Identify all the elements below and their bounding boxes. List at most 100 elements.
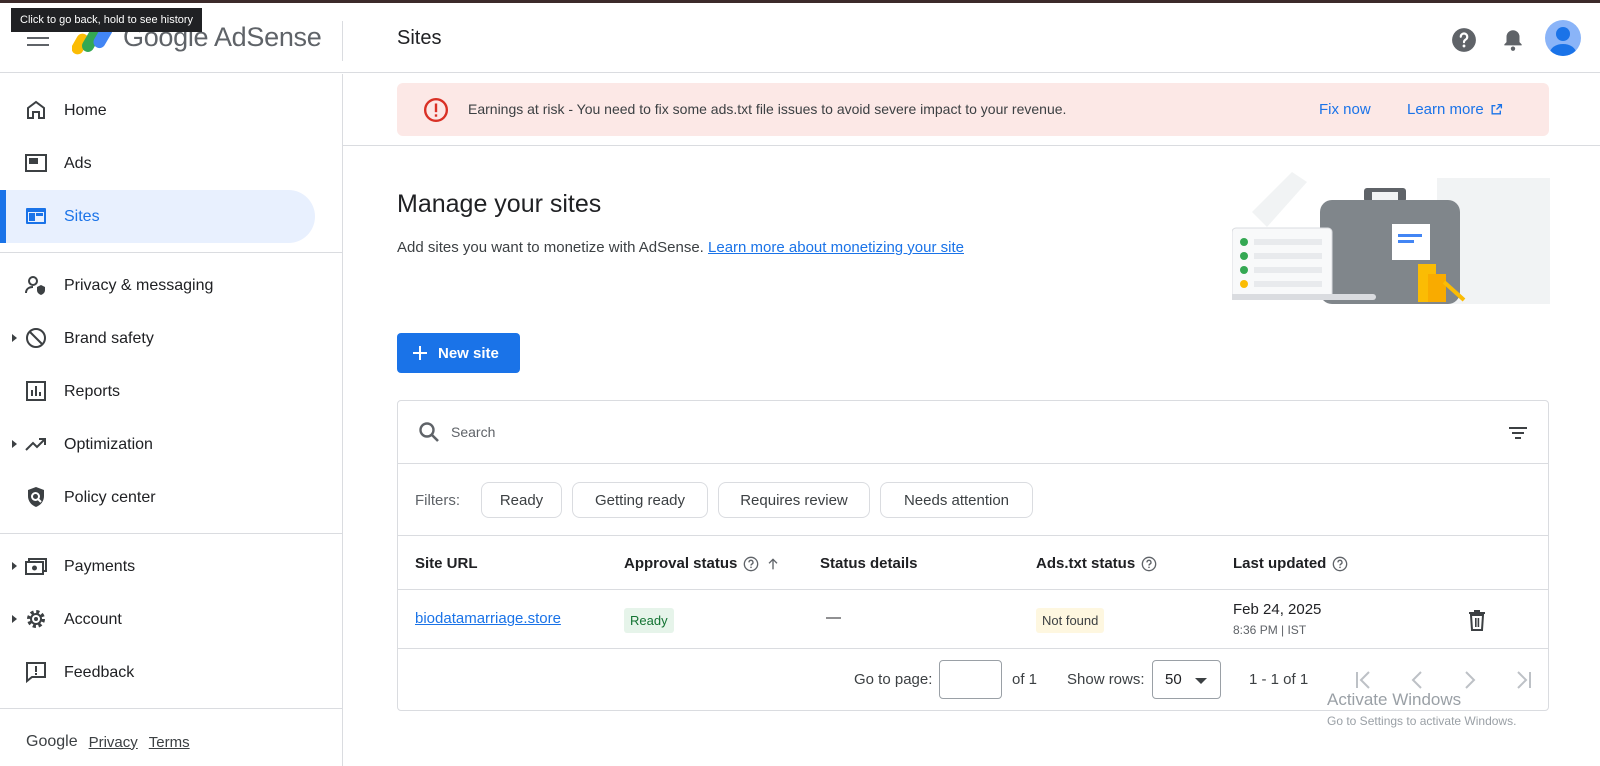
terms-link[interactable]: Terms: [149, 734, 190, 751]
home-icon: [27, 100, 45, 119]
error-icon: [423, 97, 449, 123]
gear-icon: [27, 610, 45, 628]
expand-caret-icon[interactable]: [12, 562, 17, 570]
last-updated-date: Feb 24, 2025: [1233, 601, 1322, 618]
footer-google-brand: Google: [26, 733, 78, 750]
expand-caret-icon[interactable]: [12, 440, 17, 448]
column-last-updated[interactable]: Last updated: [1233, 555, 1348, 572]
payments-icon: [25, 558, 47, 575]
help-outline-icon[interactable]: [1332, 556, 1348, 572]
sidebar-item-privacy-messaging[interactable]: Privacy & messaging: [0, 259, 315, 312]
last-page-icon[interactable]: [1512, 668, 1536, 692]
sidebar-item-label: Policy center: [64, 488, 156, 506]
help-icon[interactable]: [1451, 27, 1477, 53]
learn-more-label: Learn more: [1407, 101, 1484, 118]
column-ads-txt-status[interactable]: Ads.txt status: [1036, 555, 1157, 572]
earnings-at-risk-alert: Earnings at risk - You need to fix some …: [397, 83, 1549, 136]
notifications-bell-icon[interactable]: [1500, 27, 1526, 53]
column-approval-status[interactable]: Approval status: [624, 555, 781, 572]
sidebar-item-sites[interactable]: Sites: [0, 190, 315, 243]
nav-divider: [0, 708, 343, 709]
sidebar-item-account[interactable]: Account: [0, 593, 315, 646]
sites-table-card: Filters: Ready Getting ready Requires re…: [397, 400, 1549, 711]
sidebar-item-label: Account: [64, 610, 122, 628]
rows-per-page-value: 50: [1165, 671, 1182, 688]
ads-icon: [25, 154, 47, 172]
manage-sites-subtitle: Add sites you want to monetize with AdSe…: [397, 239, 964, 256]
filters-row: Filters: Ready Getting ready Requires re…: [398, 464, 1548, 536]
sort-arrow-up-icon[interactable]: [765, 556, 781, 572]
filter-list-icon[interactable]: [1506, 421, 1530, 445]
filters-label: Filters:: [415, 492, 460, 509]
go-to-page-label: Go to page:: [854, 671, 933, 688]
privacy-link[interactable]: Privacy: [89, 734, 138, 751]
site-url-link[interactable]: biodatamarriage.store: [415, 610, 561, 627]
sidebar-item-payments[interactable]: Payments: [0, 540, 315, 593]
help-outline-icon[interactable]: [743, 556, 759, 572]
sidebar-item-reports[interactable]: Reports: [0, 365, 315, 418]
filter-chip-ready[interactable]: Ready: [481, 482, 562, 518]
sidebar-item-ads[interactable]: Ads: [0, 137, 315, 190]
column-label: Approval status: [624, 555, 738, 572]
sidebar-item-label: Home: [64, 101, 107, 119]
filter-chip-getting-ready[interactable]: Getting ready: [572, 482, 708, 518]
search-bar: [398, 401, 1548, 464]
expand-caret-icon[interactable]: [12, 615, 17, 623]
sidebar-item-label: Payments: [64, 557, 136, 575]
rows-per-page-select[interactable]: 50: [1152, 660, 1221, 699]
sidebar-footer: Google Privacy Terms: [26, 733, 190, 751]
expand-caret-icon[interactable]: [12, 334, 17, 342]
first-page-icon[interactable]: [1351, 668, 1375, 692]
policy-shield-icon: [28, 487, 44, 507]
sidebar-item-label: Optimization: [64, 435, 153, 453]
column-site-url[interactable]: Site URL: [415, 555, 478, 572]
sidebar-item-label: Privacy & messaging: [64, 276, 214, 294]
previous-page-icon[interactable]: [1405, 668, 1429, 692]
page-number-input[interactable]: [939, 660, 1002, 699]
dropdown-arrow-icon: [1195, 678, 1207, 684]
feedback-icon: [26, 662, 46, 684]
privacy-person-icon: [25, 276, 45, 295]
sidebar-item-brand-safety[interactable]: Brand safety: [0, 312, 315, 365]
sidebar-item-feedback[interactable]: Feedback: [0, 646, 315, 699]
sidebar-item-policy-center[interactable]: Policy center: [0, 471, 315, 524]
sidebar-item-label: Brand safety: [64, 329, 154, 347]
alert-message: Earnings at risk - You need to fix some …: [468, 101, 1067, 117]
alert-divider: [343, 145, 1600, 146]
next-page-icon[interactable]: [1458, 668, 1482, 692]
search-icon: [419, 422, 439, 442]
ads-txt-status-badge: Not found: [1036, 608, 1105, 633]
app-header: Google AdSense Sites: [0, 3, 1600, 73]
column-label: Ads.txt status: [1036, 555, 1136, 572]
sidebar-item-label: Feedback: [64, 663, 135, 681]
delete-trash-icon[interactable]: [1465, 608, 1489, 632]
filter-chip-needs-attention[interactable]: Needs attention: [880, 482, 1033, 518]
help-outline-icon[interactable]: [1141, 556, 1157, 572]
header-divider: [342, 21, 343, 61]
approval-status-badge: Ready: [624, 608, 674, 633]
column-status-details[interactable]: Status details: [820, 555, 918, 572]
new-site-button[interactable]: New site: [397, 333, 520, 373]
back-tooltip: Click to go back, hold to see history: [11, 8, 203, 32]
page-count-label: of 1: [1012, 671, 1038, 688]
account-avatar[interactable]: [1545, 20, 1581, 56]
watermark-subtitle: Go to Settings to activate Windows.: [1327, 714, 1517, 728]
menu-icon[interactable]: [27, 30, 49, 51]
sidebar-item-home[interactable]: Home: [0, 84, 315, 137]
learn-more-link[interactable]: Learn more: [1407, 101, 1503, 118]
manage-sites-heading: Manage your sites: [397, 190, 602, 218]
sites-illustration-icon: [1232, 172, 1550, 304]
plus-icon: [413, 346, 427, 360]
subtitle-text: Add sites you want to monetize with AdSe…: [397, 239, 704, 256]
column-label: Last updated: [1233, 555, 1327, 572]
sidebar-item-label: Ads: [64, 154, 92, 172]
sidebar-item-optimization[interactable]: Optimization: [0, 418, 315, 471]
new-site-label: New site: [438, 344, 499, 362]
filter-chip-requires-review[interactable]: Requires review: [718, 482, 870, 518]
learn-monetizing-link[interactable]: Learn more about monetizing your site: [708, 239, 964, 256]
status-details-value: —: [826, 609, 841, 626]
column-label: Status details: [820, 555, 918, 572]
fix-now-link[interactable]: Fix now: [1319, 101, 1371, 118]
reports-chart-icon: [26, 381, 46, 401]
search-input[interactable]: [451, 421, 1351, 443]
